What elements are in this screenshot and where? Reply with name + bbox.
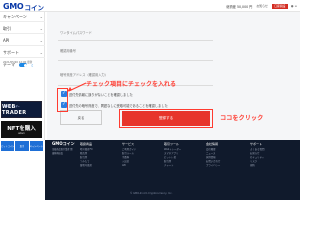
footer-logo-sub: 金融商品取引業者 関東財務局長 xyxy=(52,148,73,155)
confirm-input[interactable] xyxy=(58,60,213,61)
sidebar-item-trade[interactable]: 取引 ⌄ xyxy=(0,24,45,34)
header-right: 総資産 50,000 円 お知らせ 口座開設 ●≡ xyxy=(226,2,298,10)
menu-icon[interactable]: ≡ xyxy=(294,4,298,8)
header-icons: ●≡ xyxy=(291,4,298,8)
footer-copyright: © GMO-Z.com Cryptocurrency, Inc. xyxy=(130,192,173,195)
gmo-coin-logo[interactable]: GMO コイン xyxy=(3,2,44,12)
footer-link[interactable]: 貸暗号資産 xyxy=(80,164,115,168)
footer-column-title: 会社情報 xyxy=(206,142,219,146)
submit-highlight-box xyxy=(119,109,213,128)
sidebar-item-label: キャンペーン xyxy=(3,13,27,19)
logo-text-sub: コイン xyxy=(24,3,44,12)
sidebar-item-label: サポート xyxy=(3,49,19,55)
footer-column: 会社情報 会社概要 ニュース 採用情報 お問い合わせ プライバシー xyxy=(206,142,241,168)
field-label-confirm: 確認用番号 xyxy=(60,49,76,53)
footer-column: サービス ご利用ガイド 取引ルール 手数料 入出金 API xyxy=(122,142,157,168)
footer-column-title: 取扱商品 xyxy=(80,142,93,146)
footer-column: 取扱商品 暗号資産FX 販売所 取引所 つみたて 貸暗号資産 xyxy=(80,142,115,168)
sidebar-item-campaign[interactable]: キャンペーン ⌄ xyxy=(0,12,45,22)
annotation-check-text: チェック項目にチェックを入れる xyxy=(86,81,177,88)
sidebar-note: 2021/05/20 12:00 更新 xyxy=(3,61,33,64)
annotation-click-text: ココをクリック xyxy=(220,115,264,122)
sidebar-item-api[interactable]: API ⌄ xyxy=(0,36,45,46)
nft-banner-sub: Adam xyxy=(18,132,25,135)
footer-column: サポート よくある質問 お知らせ セキュリティ リスク 規約 xyxy=(250,142,285,168)
chevron-down-icon: ⌄ xyxy=(39,38,43,43)
header-link[interactable]: お知らせ xyxy=(256,4,268,8)
chevron-down-icon: ⌄ xyxy=(39,14,43,19)
chevron-down-icon: ⌄ xyxy=(39,26,43,31)
annotation-arrow xyxy=(67,82,87,92)
nft-banner-text: NFTを購入 xyxy=(7,126,36,132)
footer-link[interactable]: API xyxy=(122,164,157,168)
footer-column-title: サービス xyxy=(122,142,135,146)
sidebar-badges: ビットコイン 取引 キャンペーン xyxy=(1,141,43,151)
field-label-otp: ワンタイムパスワード xyxy=(60,31,92,35)
sidebar-badge[interactable]: キャンペーン xyxy=(29,141,43,151)
footer-link[interactable]: プライバシー xyxy=(206,164,241,168)
back-button[interactable]: 戻る xyxy=(60,110,102,125)
sidebar-item-label: API xyxy=(3,38,10,43)
footer-column-title: サポート xyxy=(250,142,263,146)
sidebar-badge[interactable]: 取引 xyxy=(15,141,29,151)
otp-input[interactable] xyxy=(58,40,213,41)
balance-display: 総資産 50,000 円 xyxy=(226,4,253,9)
web-trader-banner-small: Webトレーダー xyxy=(4,105,20,108)
sidebar-item-label: 取引 xyxy=(3,25,11,31)
web-trader-banner[interactable]: Webトレーダー WEB TRADER xyxy=(1,101,42,118)
logo-text-main: GMO xyxy=(3,2,24,11)
nft-banner[interactable]: NFTを購入 Adam xyxy=(1,121,42,138)
field-label-address: 暗号資産アドレス（確認用入力） xyxy=(60,73,108,77)
chevron-down-icon: ⌄ xyxy=(39,50,43,55)
checkbox-label-2: 送付先の暗号資産で、問題なしに受取可能であることを確認しました xyxy=(69,104,168,108)
open-account-button[interactable]: 口座開設 xyxy=(271,3,288,9)
footer-link[interactable]: 規約 xyxy=(250,164,285,168)
sidebar-item-support[interactable]: サポート ⌄ xyxy=(0,48,45,58)
sidebar-badge[interactable]: ビットコイン xyxy=(1,141,15,151)
footer-column-title: 取引ツール xyxy=(164,142,180,146)
footer-column: 取引ツール Webトレーダー スマホアプリ ビットレ君 取引所 チャート xyxy=(164,142,199,168)
footer-link[interactable]: チャート xyxy=(164,164,199,168)
checkbox-label-1: 送付先情報に誤りがないことを確認しました xyxy=(69,93,133,97)
